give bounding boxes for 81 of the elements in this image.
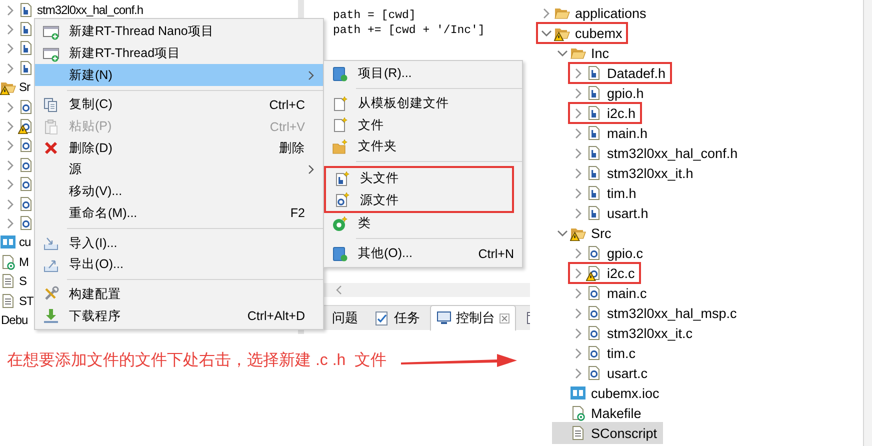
tree-item[interactable]: i2c.h bbox=[568, 102, 642, 124]
tools-icon bbox=[43, 286, 59, 302]
tree-item-label[interactable]: M bbox=[19, 254, 28, 269]
new-folder-icon bbox=[332, 138, 348, 155]
menu-item[interactable]: 导出(O)... bbox=[35, 254, 323, 276]
tab[interactable]: 任务 bbox=[368, 305, 426, 331]
tree-item[interactable]: stm32l0xx_hal_conf.h bbox=[568, 142, 744, 164]
annotation-text: 在想要添加文件的文件下处右击，选择新建 .c .h 文件 bbox=[7, 350, 387, 371]
shortcut-label: Ctrl+Alt+D bbox=[247, 309, 305, 324]
menu-item[interactable]: 其他(O)... Ctrl+N bbox=[324, 242, 522, 264]
tree-item[interactable]: i2c.c bbox=[568, 262, 641, 284]
menu-item[interactable]: 项目(R)... bbox=[324, 63, 522, 85]
tree-item[interactable]: Src bbox=[552, 222, 618, 244]
new-header-icon bbox=[334, 170, 350, 187]
tree-item-label[interactable]: ST bbox=[19, 294, 34, 308]
tree-item[interactable]: usart.h bbox=[568, 202, 654, 224]
tree-item[interactable]: cubemx.ioc bbox=[552, 382, 666, 404]
copy-icon bbox=[43, 96, 59, 113]
console-icon bbox=[436, 310, 452, 326]
tree-item-label[interactable]: stm32l0xx_hal_conf.h bbox=[37, 2, 144, 17]
tree-item[interactable]: tim.c bbox=[568, 342, 642, 364]
menu-item[interactable]: 导入(I)... bbox=[35, 232, 323, 254]
tree-item[interactable]: stm32l0xx_it.c bbox=[568, 322, 699, 344]
paste-icon bbox=[43, 118, 59, 135]
task-icon bbox=[374, 310, 390, 326]
tree-item[interactable]: tim.h bbox=[568, 182, 642, 204]
download-icon bbox=[43, 308, 59, 324]
menu-item[interactable]: 类 bbox=[324, 213, 522, 235]
new-source-icon bbox=[334, 192, 350, 208]
tab[interactable]: 控制台 bbox=[430, 305, 516, 331]
menu-item[interactable]: 新建RT-Thread Nano项目 bbox=[35, 21, 323, 43]
tree-item[interactable]: stm32l0xx_it.h bbox=[568, 162, 700, 184]
new-window-icon bbox=[43, 46, 59, 62]
tab[interactable]: 问题 bbox=[326, 305, 364, 331]
menu-item[interactable]: 复制(C) Ctrl+C bbox=[35, 94, 323, 116]
tree-item[interactable]: gpio.h bbox=[568, 82, 650, 104]
tree-item[interactable]: Inc bbox=[552, 42, 616, 64]
tree-item[interactable]: gpio.c bbox=[568, 242, 650, 264]
code-line: path += [cwd + '/Inc'] bbox=[333, 23, 486, 38]
tree-item-label[interactable]: Sr bbox=[19, 80, 30, 94]
menu-item[interactable]: 删除(D) 删除 bbox=[35, 137, 323, 160]
shortcut-label: F2 bbox=[290, 206, 305, 220]
code-line: path = [cwd] bbox=[333, 8, 417, 23]
tree-item-label[interactable]: Debu bbox=[1, 312, 28, 327]
menu-item[interactable]: 源 bbox=[35, 159, 323, 181]
shortcut-label: Ctrl+N bbox=[478, 246, 514, 261]
tree-item[interactable]: SConscript bbox=[552, 422, 664, 444]
class-icon bbox=[332, 216, 348, 232]
menu-item[interactable]: 源文件 bbox=[326, 189, 512, 212]
scroll-left-icon[interactable] bbox=[334, 284, 344, 296]
tree-item[interactable]: Makefile bbox=[552, 402, 648, 424]
tree-item-label[interactable]: cu bbox=[19, 235, 31, 250]
shortcut-label: Ctrl+C bbox=[269, 98, 305, 112]
menu-item[interactable]: 移动(V)... bbox=[35, 180, 323, 202]
tree-item[interactable]: stm32l0xx_hal_msp.c bbox=[568, 302, 743, 324]
tree-item-label[interactable]: S bbox=[19, 274, 27, 288]
import-icon bbox=[43, 235, 59, 252]
tree-item[interactable]: cubemx bbox=[536, 22, 628, 44]
tree-item[interactable]: main.h bbox=[568, 122, 654, 144]
new-window-icon bbox=[43, 24, 59, 40]
menu-item[interactable]: 重命名(M)... F2 bbox=[35, 202, 323, 224]
tree-item[interactable]: Datadef.h bbox=[568, 62, 672, 84]
tree-item[interactable]: applications bbox=[536, 2, 652, 24]
project-icon bbox=[332, 246, 348, 262]
tree-item[interactable]: main.c bbox=[568, 282, 653, 304]
menu-item[interactable]: 文件 bbox=[324, 114, 522, 136]
menu-item[interactable]: 新建(N) bbox=[35, 64, 323, 86]
tree-item[interactable]: usart.c bbox=[568, 362, 654, 384]
new-file-icon bbox=[332, 96, 348, 112]
menu-item[interactable]: 从模板创建文件 bbox=[324, 92, 522, 114]
menu-item[interactable]: 下载程序 Ctrl+Alt+D bbox=[35, 305, 323, 327]
project-icon bbox=[332, 66, 348, 82]
menu-item[interactable]: 新建RT-Thread项目 bbox=[35, 42, 323, 64]
shortcut-label: 删除 bbox=[279, 140, 305, 157]
menu-item[interactable]: 头文件 bbox=[326, 168, 512, 190]
new-file-icon bbox=[332, 117, 348, 134]
delete-icon bbox=[43, 140, 59, 156]
close-icon[interactable] bbox=[499, 312, 510, 324]
shortcut-label: Ctrl+V bbox=[270, 120, 305, 134]
menu-item[interactable]: 构建配置 bbox=[35, 284, 323, 306]
menu-item[interactable]: 文件夹 bbox=[324, 136, 522, 158]
